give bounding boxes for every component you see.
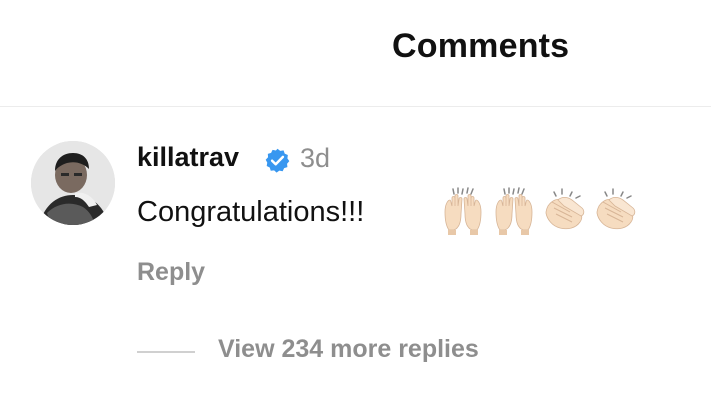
avatar-photo: [31, 141, 115, 225]
page-title: Comments: [392, 27, 570, 65]
comments-header: Comments: [0, 0, 711, 107]
avatar[interactable]: [31, 141, 115, 225]
raising-hands-icon: [495, 187, 533, 235]
comments-screen: Comments killatrav 3d Congratulations!!!: [0, 0, 711, 400]
comment-emojis: [440, 186, 639, 236]
clapping-hands-icon: [545, 188, 585, 230]
view-more-replies-button[interactable]: View 234 more replies: [218, 335, 479, 364]
clapping-hands-icon: [596, 188, 636, 230]
comment-timestamp: 3d: [300, 143, 331, 173]
reply-button[interactable]: Reply: [137, 258, 205, 287]
raising-hands-icon: [444, 187, 482, 235]
verified-badge-icon: [265, 148, 290, 173]
comment-text: Congratulations!!!: [137, 196, 365, 228]
replies-divider: [137, 351, 195, 353]
comment-username[interactable]: killatrav: [137, 142, 239, 173]
